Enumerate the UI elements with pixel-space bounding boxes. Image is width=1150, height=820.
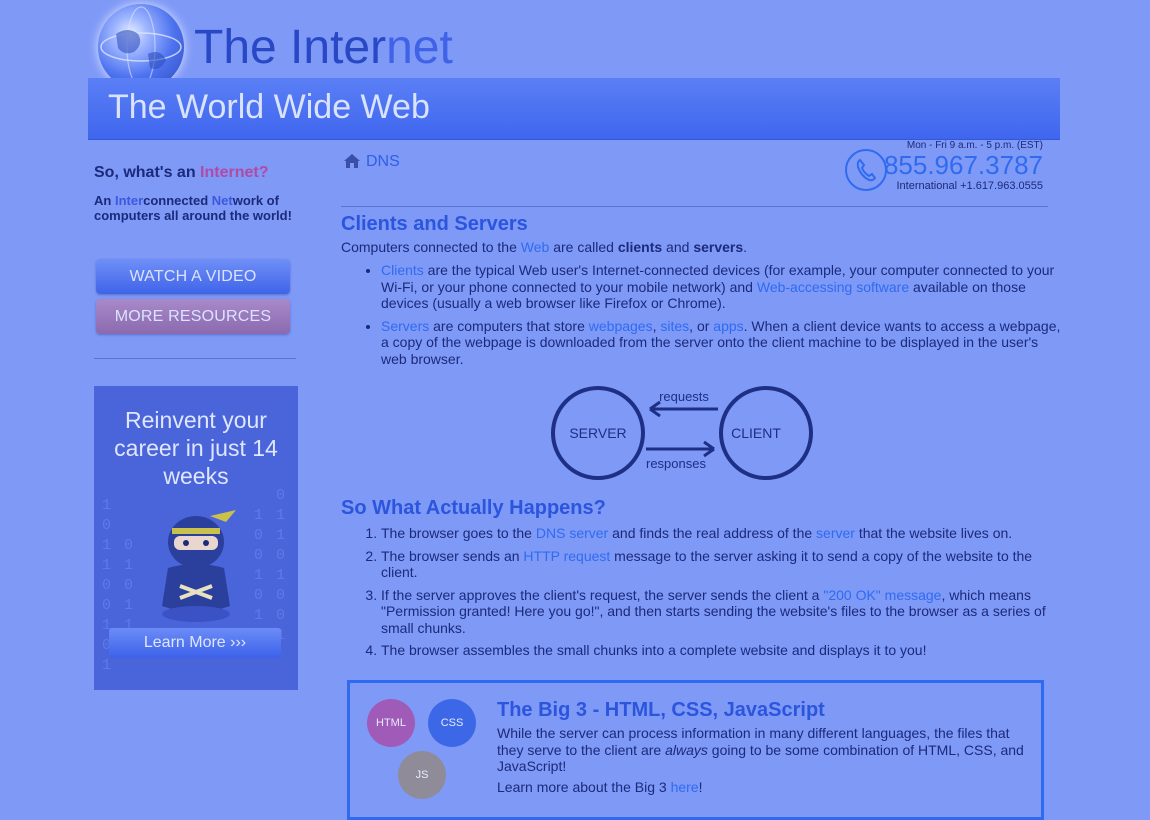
html-badge-icon: HTML [367,699,415,747]
sidebar-divider [94,358,296,359]
clients-link[interactable]: Clients [381,262,424,278]
list-item: The browser assembles the small chunks i… [381,642,1061,659]
breadcrumb-dns[interactable]: DNS [366,153,400,171]
steps-list: The browser goes to the DNS server and f… [366,525,1061,665]
list-item: The browser goes to the DNS server and f… [381,525,1061,542]
css-badge-icon: CSS [428,699,476,747]
watch-video-button[interactable]: WATCH A VIDEO [96,259,290,294]
server-label: SERVER [569,425,626,441]
sidebar-description: An Interconnected Network of computers a… [94,193,292,223]
ad-banner[interactable]: 101100101 010110 1001011 01101001 Reinve… [94,386,298,690]
client-label: CLIENT [731,425,781,441]
client-server-diagram: SERVER CLIENT requests responses [551,386,813,480]
ninja-mascot-icon [162,510,236,622]
home-icon[interactable] [343,152,361,170]
learn-more-button[interactable]: Learn More ››› [109,628,281,658]
list-item: Clients are the typical Web user's Inter… [381,262,1061,312]
list-item: Servers are computers that store webpage… [381,318,1061,368]
clients-servers-intro: Computers connected to the Web are calle… [341,239,748,255]
clients-servers-heading: Clients and Servers [341,213,528,235]
apps-link[interactable]: apps [713,318,743,334]
sites-link[interactable]: sites [660,318,689,334]
list-item: The browser sends an HTTP request messag… [381,548,1061,581]
list-item: If the server approves the client's requ… [381,587,1061,637]
http-request-link[interactable]: HTTP request [523,548,610,564]
web-link[interactable]: Web [521,239,550,255]
clients-servers-list: Clients are the typical Web user's Inter… [366,262,1061,373]
sidebar-question: So, what's an Internet? [94,164,269,181]
big3-learn-more: Learn more about the Big 3 here! [497,779,703,795]
responses-label: responses [646,456,706,471]
main-divider [341,206,1048,207]
big3-paragraph: While the server can process information… [497,725,1024,774]
server-link[interactable]: server [816,525,855,541]
big3-here-link[interactable]: here [671,779,699,795]
big3-heading: The Big 3 - HTML, CSS, JavaScript [497,699,825,721]
dns-server-link[interactable]: DNS server [536,525,608,541]
international-phone: International +1.617.963.0555 [896,180,1044,192]
site-title[interactable]: The Internet [194,20,453,75]
ad-title: Reinvent your career in just 14 weeks [114,407,278,489]
web-accessing-software-link[interactable]: Web-accessing software [757,279,909,295]
phone-number[interactable]: 855.967.3787 [880,150,1043,181]
200-ok-link[interactable]: "200 OK" message [823,587,941,603]
js-badge-icon: JS [398,751,446,799]
what-happens-heading: So What Actually Happens? [341,497,606,519]
servers-link[interactable]: Servers [381,318,429,334]
big3-box: HTML CSS JS The Big 3 - HTML, CSS, JavaS… [347,680,1044,820]
requests-label: requests [659,389,709,404]
banner-title: The World Wide Web [108,88,430,126]
more-resources-button[interactable]: MORE RESOURCES [96,299,290,334]
webpages-link[interactable]: webpages [589,318,653,334]
